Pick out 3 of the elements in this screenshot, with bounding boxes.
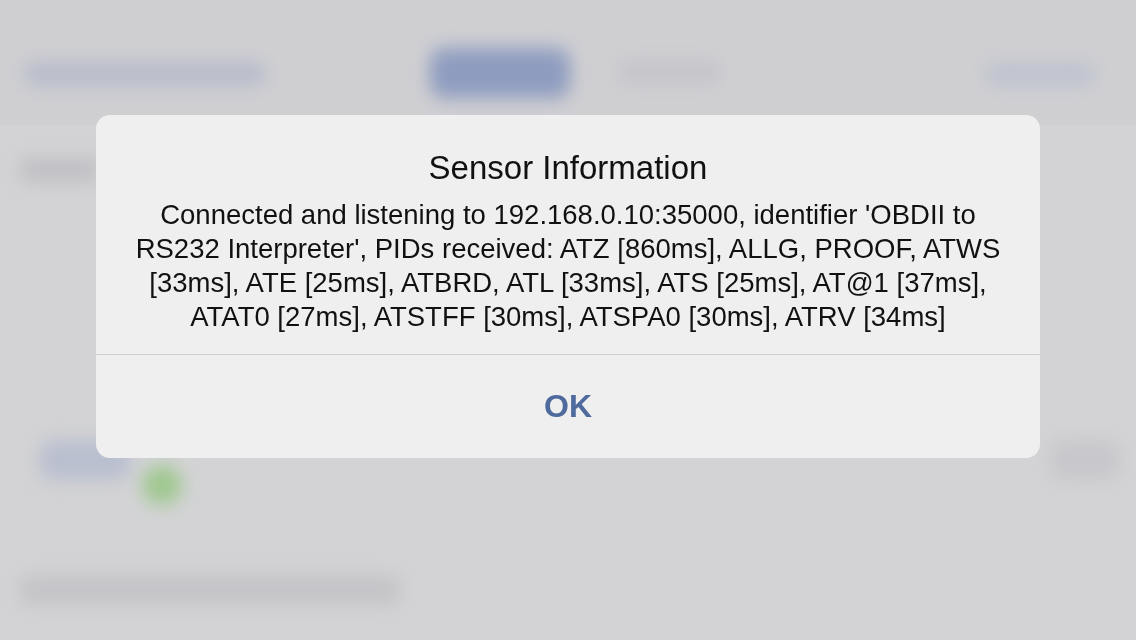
- alert-title: Sensor Information: [428, 148, 708, 188]
- ok-button[interactable]: OK: [96, 355, 1040, 458]
- alert-message: Connected and listening to 192.168.0.10:35000, identifier 'OBDII to RS232 Interpreter', PIDs received: ATZ [860ms], ALLG, PROOF, ATWS [33ms], ATE [25ms], ATBRD, ATL [33ms], ATS [25ms], AT@1 [37ms], ATAT0 [27ms], ATSTFF [30ms], ATSPA0 [30ms], ATRV [34ms]: [134, 198, 1002, 334]
